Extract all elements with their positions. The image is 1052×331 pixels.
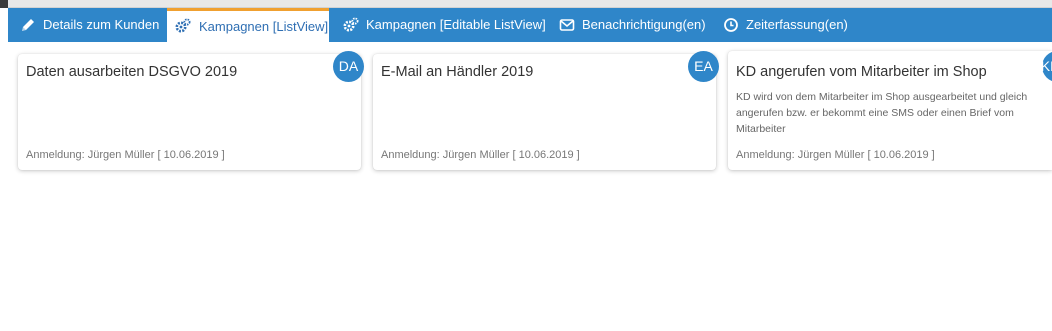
gears-icon [175, 18, 191, 33]
envelope-icon [559, 19, 575, 31]
tab-label: Kampagnen [ListView] [199, 19, 329, 34]
tab-kampagnen-listview[interactable]: Kampagnen [ListView] [167, 8, 329, 42]
campaign-title: KD angerufen vom Mitarbeiter im Shop [736, 64, 987, 80]
campaign-meta: Anmeldung: Jürgen Müller [ 10.06.2019 ] [381, 149, 580, 161]
campaign-card[interactable]: KD angerufen vom Mitarbeiter im Shop KD … [728, 51, 1052, 170]
tab-label: Zeiterfassung(en) [746, 17, 848, 32]
campaign-badge: EA [688, 51, 719, 82]
campaign-badge: DA [333, 51, 364, 82]
campaign-card[interactable]: Daten ausarbeiten DSGVO 2019 Anmeldung: … [18, 51, 364, 170]
clock-icon [724, 18, 738, 32]
pencil-icon [22, 19, 34, 31]
campaign-badge: KD [1041, 51, 1052, 82]
campaign-description: KD wird von dem Mitarbeiter im Shop ausg… [736, 91, 1028, 135]
tab-label: Kampagnen [Editable ListView] [366, 17, 546, 32]
campaign-list: Daten ausarbeiten DSGVO 2019 Anmeldung: … [8, 42, 1052, 331]
campaign-card[interactable]: E-Mail an Händler 2019 Anmeldung: Jürgen… [373, 51, 719, 170]
tab-label: Details zum Kunden [43, 17, 160, 32]
frame-corner [0, 0, 8, 8]
campaign-title: E-Mail an Händler 2019 [381, 64, 534, 80]
campaign-title: Daten ausarbeiten DSGVO 2019 [26, 64, 238, 80]
gears-icon [343, 17, 359, 32]
campaign-meta: Anmeldung: Jürgen Müller [ 10.06.2019 ] [736, 149, 935, 161]
window-top-frame [0, 0, 1052, 8]
campaign-meta: Anmeldung: Jürgen Müller [ 10.06.2019 ] [26, 149, 225, 161]
tab-bar: Details zum Kunden Kampagnen [ListView] … [8, 8, 1052, 42]
tab-label: Benachrichtigung(en) [582, 17, 706, 32]
